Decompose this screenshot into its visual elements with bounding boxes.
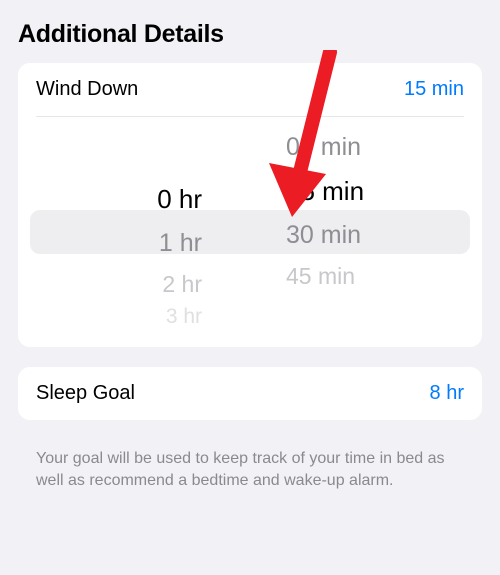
- sleep-goal-value: 8 hr: [430, 382, 464, 405]
- sleep-goal-card: Sleep Goal 8 hr: [18, 367, 482, 420]
- minutes-selected[interactable]: 15 min: [286, 169, 364, 213]
- hours-option[interactable]: 2 hr: [162, 265, 202, 303]
- sleep-goal-label: Sleep Goal: [36, 382, 135, 405]
- hours-option[interactable]: 1 hr: [159, 221, 202, 265]
- hours-selected[interactable]: 0 hr: [157, 177, 202, 221]
- wind-down-row[interactable]: Wind Down 15 min: [18, 63, 482, 116]
- wind-down-label: Wind Down: [36, 78, 138, 101]
- sleep-goal-row[interactable]: Sleep Goal 8 hr: [18, 367, 482, 420]
- wind-down-value: 15 min: [404, 78, 464, 101]
- duration-picker[interactable]: 0 hr 1 hr 2 hr 3 hr 00 min 15 min 30 min…: [18, 117, 482, 347]
- minutes-option[interactable]: 30 min: [286, 213, 361, 257]
- minutes-option[interactable]: 00 min: [286, 125, 361, 169]
- hours-picker-column[interactable]: 0 hr 1 hr 2 hr 3 hr: [18, 121, 250, 343]
- section-title: Additional Details: [18, 20, 482, 49]
- hours-option[interactable]: 3 hr: [166, 303, 202, 331]
- wind-down-card: Wind Down 15 min 0 hr 1 hr 2 hr 3 hr 00 …: [18, 63, 482, 347]
- minutes-picker-column[interactable]: 00 min 15 min 30 min 45 min: [250, 121, 482, 343]
- sleep-goal-footer: Your goal will be used to keep track of …: [18, 440, 482, 491]
- minutes-option[interactable]: 45 min: [286, 257, 355, 295]
